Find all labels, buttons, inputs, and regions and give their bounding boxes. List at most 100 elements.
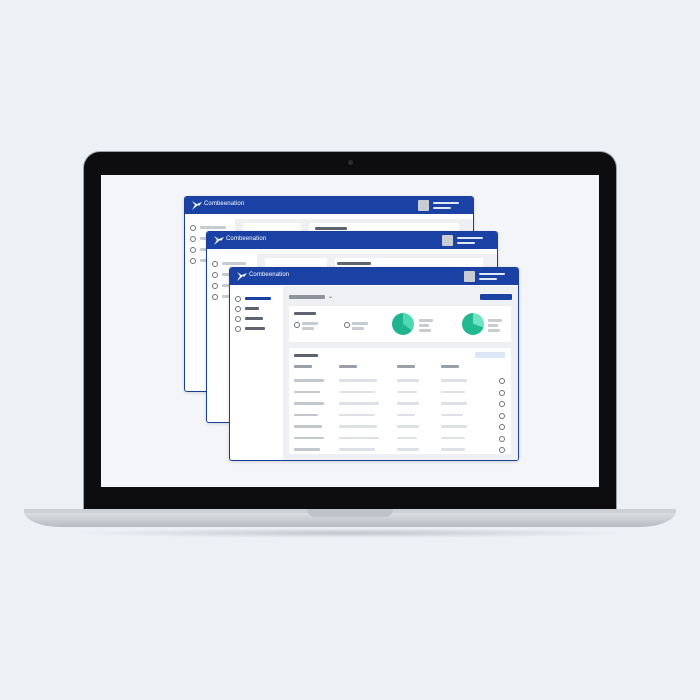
table-cell bbox=[294, 402, 324, 405]
table-cell bbox=[397, 436, 417, 439]
filter-button[interactable] bbox=[475, 352, 505, 358]
table-cell bbox=[294, 413, 318, 416]
table-cell bbox=[441, 402, 467, 405]
table-row[interactable] bbox=[289, 377, 511, 385]
pie-label bbox=[419, 319, 433, 322]
nav-radio-icon[interactable] bbox=[235, 306, 241, 312]
user-role-placeholder bbox=[433, 207, 451, 209]
laptop-screen: Combeenation Combeenation Combeenation ⌄ bbox=[101, 175, 599, 487]
table-row[interactable] bbox=[289, 412, 511, 420]
row-action-icon[interactable] bbox=[499, 412, 505, 419]
pie-chart-icon bbox=[462, 313, 484, 335]
table-cell bbox=[397, 448, 419, 451]
table-cell bbox=[294, 425, 322, 428]
nav-radio-icon[interactable] bbox=[235, 316, 241, 322]
table-cell bbox=[397, 413, 415, 416]
stat-label bbox=[352, 322, 368, 325]
pie-value bbox=[488, 329, 500, 332]
nav-radio-icon[interactable] bbox=[190, 258, 196, 264]
table-cell bbox=[441, 390, 465, 393]
pie-chart-icon bbox=[392, 313, 414, 335]
pie-value bbox=[419, 329, 431, 332]
nav-radio-icon[interactable] bbox=[212, 294, 218, 300]
table-cell bbox=[339, 379, 377, 382]
table-row[interactable] bbox=[289, 435, 511, 443]
table-cell bbox=[339, 425, 377, 428]
column-header bbox=[441, 365, 459, 368]
window-header: Combeenation bbox=[185, 197, 473, 214]
nav-radio-icon[interactable] bbox=[235, 296, 241, 302]
row-action-icon[interactable] bbox=[499, 389, 505, 396]
workspace-select[interactable] bbox=[289, 295, 325, 299]
table-cell bbox=[339, 413, 375, 416]
brand-name: Combeenation bbox=[204, 201, 245, 207]
nav-radio-icon[interactable] bbox=[212, 261, 218, 267]
combeenation-logo-icon bbox=[214, 236, 224, 245]
nav-item[interactable] bbox=[245, 307, 259, 310]
row-action-icon[interactable] bbox=[499, 424, 505, 430]
user-avatar-icon[interactable] bbox=[418, 200, 429, 211]
window-header: Combeenation bbox=[230, 268, 518, 285]
column-header bbox=[294, 365, 312, 368]
table-cell bbox=[339, 448, 375, 451]
table-cell bbox=[397, 402, 419, 405]
user-avatar-icon[interactable] bbox=[442, 235, 453, 246]
primary-action-button[interactable] bbox=[480, 294, 512, 300]
nav-item[interactable] bbox=[200, 226, 226, 229]
row-action-icon[interactable] bbox=[499, 447, 505, 453]
panel-heading bbox=[337, 262, 371, 265]
brand-name: Combeenation bbox=[249, 272, 290, 278]
table-cell bbox=[441, 413, 463, 416]
row-action-icon[interactable] bbox=[499, 435, 505, 442]
pie-value bbox=[488, 324, 498, 327]
table-title bbox=[294, 354, 318, 357]
table-cell bbox=[397, 390, 417, 393]
chevron-down-icon[interactable]: ⌄ bbox=[328, 294, 333, 300]
column-header bbox=[397, 365, 415, 368]
table-cell bbox=[294, 436, 324, 439]
table-cell bbox=[294, 390, 320, 393]
user-name-placeholder bbox=[433, 202, 459, 204]
user-role-placeholder bbox=[457, 242, 475, 244]
row-action-icon[interactable] bbox=[499, 378, 505, 384]
table-row[interactable] bbox=[289, 389, 511, 397]
table-cell bbox=[294, 448, 320, 451]
table-row[interactable] bbox=[289, 423, 511, 431]
nav-radio-icon[interactable] bbox=[190, 247, 196, 253]
user-avatar-icon[interactable] bbox=[464, 271, 475, 282]
nav-item-active[interactable] bbox=[245, 297, 271, 300]
app-window-front: Combeenation ⌄ bbox=[229, 267, 519, 461]
panel-heading bbox=[315, 227, 347, 230]
table-cell bbox=[441, 379, 467, 382]
combeenation-logo-icon bbox=[237, 272, 247, 281]
table-row[interactable] bbox=[289, 400, 511, 408]
nav-radio-icon[interactable] bbox=[235, 326, 241, 332]
stat-icon bbox=[294, 322, 300, 328]
user-role-placeholder bbox=[479, 278, 497, 280]
stat-value bbox=[352, 327, 364, 330]
user-name-placeholder bbox=[479, 273, 505, 275]
stat-value bbox=[302, 327, 314, 330]
pie-value bbox=[419, 324, 429, 327]
stats-title bbox=[294, 312, 316, 315]
nav-radio-icon[interactable] bbox=[190, 236, 196, 242]
nav-radio-icon[interactable] bbox=[212, 283, 218, 289]
pie-label bbox=[488, 319, 502, 322]
table-cell bbox=[397, 425, 419, 428]
table-cell bbox=[339, 390, 375, 393]
nav-item[interactable] bbox=[245, 327, 265, 330]
nav-radio-icon[interactable] bbox=[190, 225, 196, 231]
brand-name: Combeenation bbox=[226, 236, 267, 242]
nav-item[interactable] bbox=[245, 317, 263, 320]
nav-radio-icon[interactable] bbox=[212, 272, 218, 278]
table-cell bbox=[294, 379, 324, 382]
user-name-placeholder bbox=[457, 237, 483, 239]
laptop-camera bbox=[348, 160, 353, 165]
laptop-opening-notch bbox=[307, 509, 393, 517]
nav-item[interactable] bbox=[222, 262, 246, 265]
row-action-icon[interactable] bbox=[499, 401, 505, 407]
table-cell bbox=[441, 448, 465, 451]
laptop-shadow bbox=[70, 528, 630, 538]
table-cell bbox=[397, 379, 419, 382]
table-row[interactable] bbox=[289, 446, 511, 454]
